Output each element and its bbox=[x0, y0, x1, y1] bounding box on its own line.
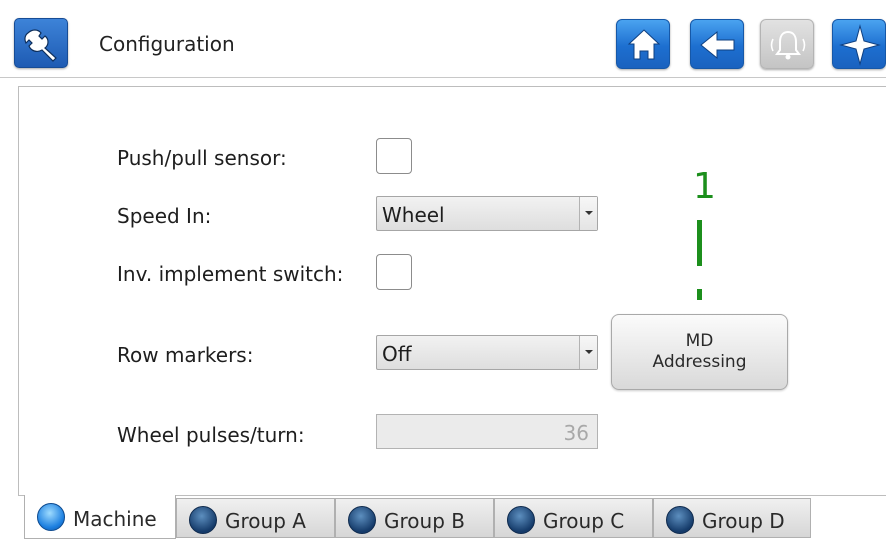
wheel-pulses-field: 36 bbox=[376, 414, 598, 449]
page-title: Configuration bbox=[99, 32, 235, 56]
bell-icon bbox=[770, 30, 806, 60]
push-pull-sensor-label: Push/pull sensor: bbox=[117, 146, 287, 170]
tab-indicator-icon bbox=[189, 506, 217, 534]
tab-bar: Machine Group A Group B Group C Group D bbox=[18, 495, 886, 542]
md-addressing-line2: Addressing bbox=[652, 352, 747, 372]
callout-number: 1 bbox=[693, 166, 716, 207]
tab-label: Group D bbox=[702, 509, 785, 533]
inv-implement-switch-label: Inv. implement switch: bbox=[117, 262, 344, 286]
row-markers-label: Row markers: bbox=[117, 343, 254, 367]
wrench-icon bbox=[14, 18, 68, 68]
back-arrow-icon bbox=[700, 30, 735, 60]
back-button[interactable] bbox=[690, 19, 744, 69]
callout-line bbox=[697, 220, 702, 266]
tab-indicator-icon bbox=[348, 506, 376, 534]
inv-implement-switch-checkbox[interactable] bbox=[376, 254, 412, 290]
home-icon bbox=[627, 29, 661, 60]
navigation-button[interactable] bbox=[832, 19, 886, 69]
tab-group-b[interactable]: Group B bbox=[335, 498, 494, 538]
chevron-down-icon bbox=[579, 197, 597, 230]
wheel-pulses-value: 36 bbox=[563, 421, 589, 445]
push-pull-sensor-checkbox[interactable] bbox=[376, 138, 412, 174]
wheel-pulses-label: Wheel pulses/turn: bbox=[117, 423, 305, 447]
row-markers-dropdown[interactable]: Off bbox=[376, 335, 598, 370]
home-button[interactable] bbox=[616, 19, 670, 69]
tab-machine[interactable]: Machine bbox=[24, 495, 176, 539]
row-markers-value: Off bbox=[382, 342, 412, 366]
tab-label: Group A bbox=[225, 509, 306, 533]
tab-group-c[interactable]: Group C bbox=[494, 498, 653, 538]
header-bar: Configuration bbox=[0, 0, 886, 78]
tab-indicator-icon bbox=[37, 503, 65, 531]
tab-label: Group C bbox=[543, 509, 625, 533]
tab-group-a[interactable]: Group A bbox=[176, 498, 335, 538]
chevron-down-icon bbox=[579, 336, 597, 369]
tab-indicator-icon bbox=[507, 506, 535, 534]
speed-in-label: Speed In: bbox=[117, 204, 212, 228]
md-addressing-line1: MD bbox=[685, 331, 714, 351]
md-addressing-button[interactable]: MD Addressing bbox=[611, 314, 788, 390]
alarm-button[interactable] bbox=[760, 19, 814, 69]
speed-in-dropdown[interactable]: Wheel bbox=[376, 196, 598, 231]
tab-group-d[interactable]: Group D bbox=[653, 498, 811, 538]
compass-icon bbox=[839, 24, 881, 66]
tab-indicator-icon bbox=[666, 506, 694, 534]
tab-label: Group B bbox=[384, 509, 465, 533]
callout-line-tail bbox=[697, 289, 702, 300]
speed-in-value: Wheel bbox=[382, 203, 445, 227]
tab-label: Machine bbox=[73, 507, 157, 531]
